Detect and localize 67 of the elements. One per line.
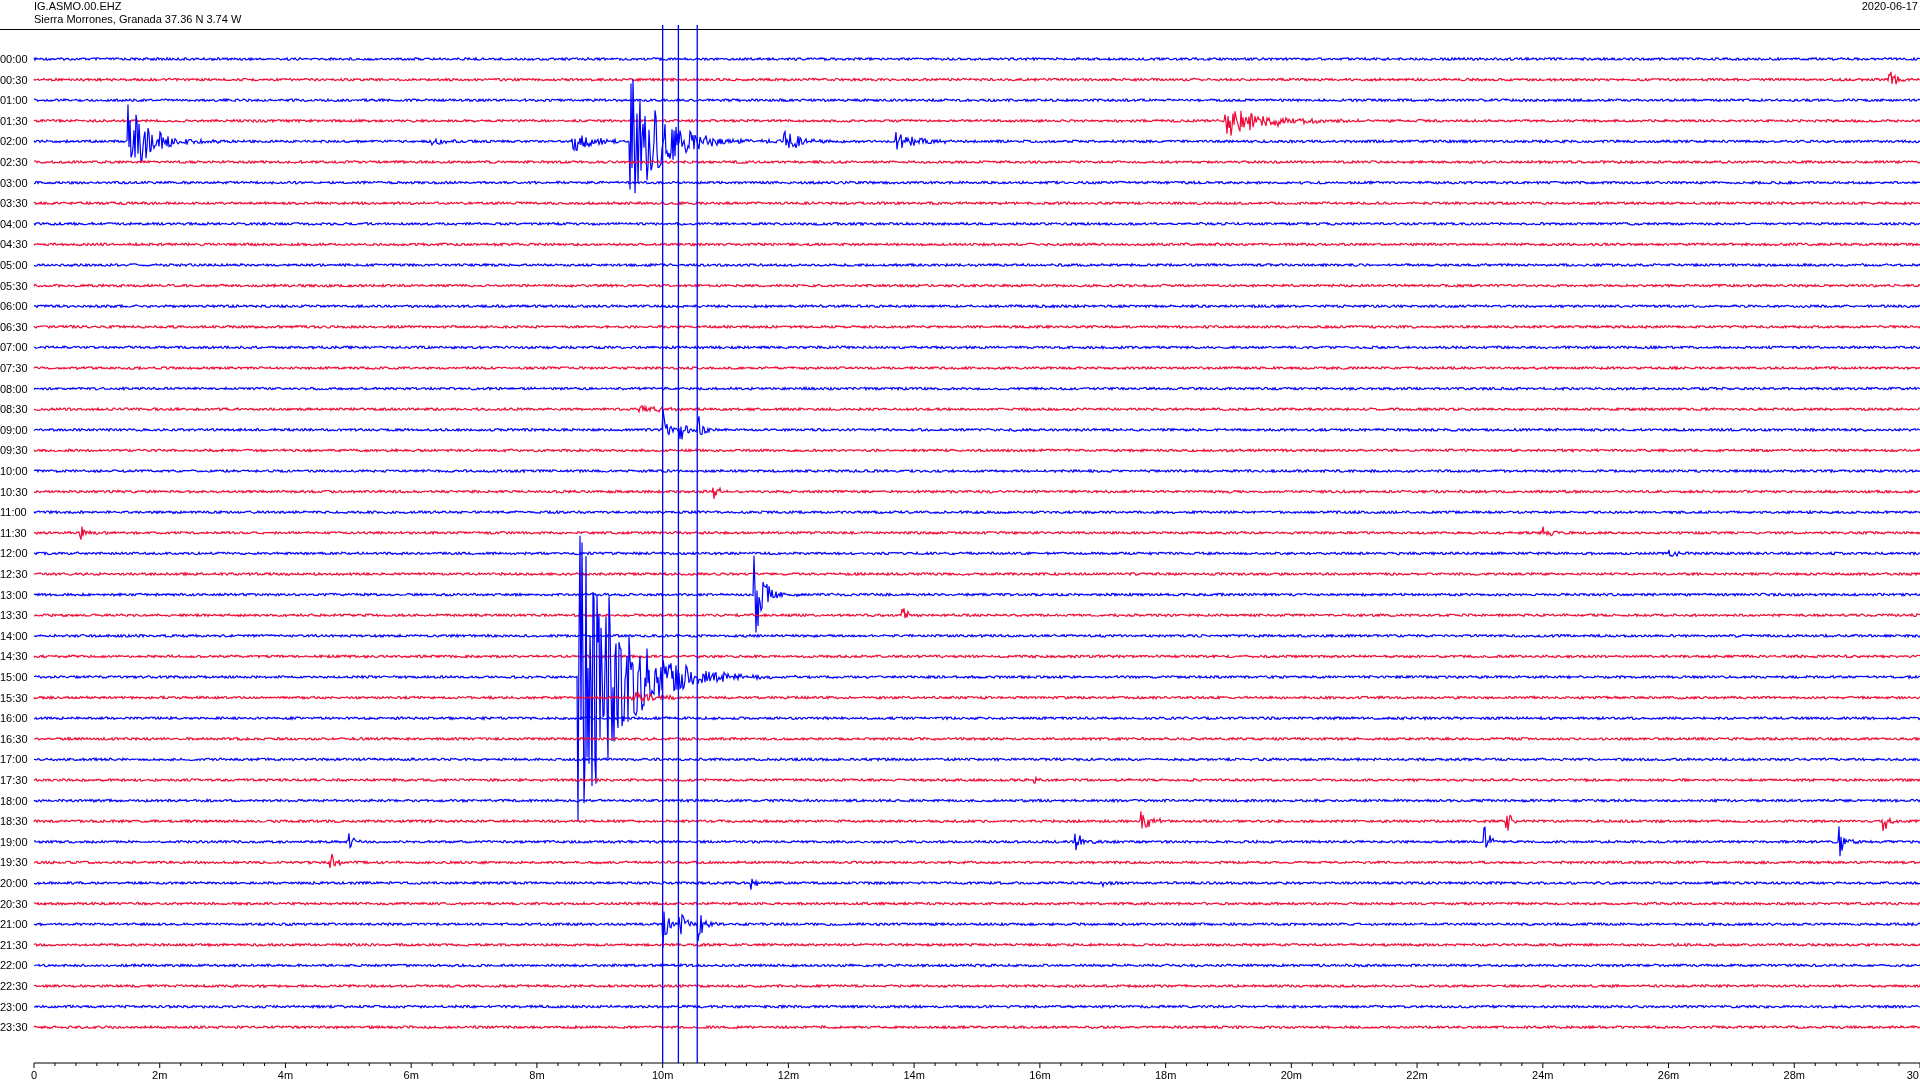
- hour-label: 02:00: [0, 135, 28, 148]
- hour-label: 23:30: [0, 1021, 28, 1034]
- axis-label: 6m: [403, 1069, 419, 1080]
- hour-label: 23:00: [0, 1000, 28, 1013]
- hour-label: 05:00: [0, 259, 28, 271]
- hour-label: 18:30: [0, 815, 28, 828]
- hour-label: 13:30: [0, 609, 28, 622]
- hour-label: 19:00: [0, 835, 28, 848]
- hour-label: 00:00: [0, 53, 28, 65]
- hour-label: 16:00: [0, 712, 28, 725]
- hour-label: 15:00: [0, 671, 28, 683]
- hour-label: 03:30: [0, 197, 28, 210]
- hour-label: 13:00: [0, 588, 28, 601]
- hour-label: 18:00: [0, 794, 28, 807]
- record-date: 2020-06-17: [1861, 0, 1919, 14]
- axis-label: 4m: [277, 1069, 294, 1080]
- hour-label: 19:30: [0, 856, 28, 869]
- hour-label: 12:00: [0, 547, 28, 560]
- hour-label: 14:00: [0, 629, 28, 642]
- hour-label: 20:00: [0, 877, 28, 889]
- axis-label: 30: [1906, 1069, 1919, 1080]
- station-code: IG.ASMO.00.EHZ: [34, 0, 123, 13]
- axis-label: 14m: [903, 1069, 925, 1080]
- hour-label: 14:30: [0, 650, 28, 663]
- hour-label: 21:00: [0, 918, 28, 931]
- hour-label: 17:00: [0, 753, 28, 766]
- hour-label: 21:30: [0, 938, 28, 951]
- axis-label: 10m: [651, 1069, 674, 1080]
- hour-label: 07:30: [0, 362, 28, 374]
- axis-label: 8m: [529, 1069, 545, 1080]
- hour-label: 22:00: [0, 959, 28, 972]
- hour-label: 06:00: [0, 300, 28, 313]
- axis-label: 16m: [1029, 1069, 1051, 1080]
- hour-label: 22:30: [0, 980, 28, 992]
- hour-label: 10:30: [0, 485, 28, 498]
- axis-label: 28m: [1783, 1069, 1805, 1080]
- hour-label: 05:30: [0, 279, 28, 292]
- hour-label: 15:30: [0, 691, 28, 704]
- axis-label: 12m: [777, 1069, 800, 1080]
- axis-label: 2m: [152, 1069, 168, 1080]
- hour-label: 03:00: [0, 176, 28, 189]
- hour-label: 01:30: [0, 114, 28, 127]
- axis-label: 20m: [1280, 1069, 1303, 1080]
- axis-label: 24m: [1532, 1069, 1554, 1080]
- hour-label: 06:30: [0, 320, 28, 333]
- hour-label: 10:00: [0, 465, 28, 477]
- hour-label: 01:00: [0, 94, 28, 107]
- hour-label: 07:00: [0, 341, 28, 354]
- hour-label: 02:30: [0, 156, 28, 168]
- hour-label: 17:30: [0, 774, 28, 786]
- hour-label: 09:00: [0, 423, 28, 436]
- axis-label: 18m: [1154, 1069, 1177, 1080]
- hour-label: 09:30: [0, 444, 28, 457]
- hour-label: 16:30: [0, 732, 28, 745]
- hour-label: 20:30: [0, 897, 28, 910]
- hour-label: 11:30: [0, 526, 27, 539]
- hour-label: 04:00: [0, 217, 28, 230]
- station-location: Sierra Morrones, Granada 37.36 N 3.74 W: [34, 13, 242, 26]
- hour-label: 08:30: [0, 403, 28, 416]
- hour-label: 08:00: [0, 382, 28, 395]
- axis-label: 0: [30, 1069, 38, 1080]
- axis-label: 26m: [1657, 1069, 1680, 1080]
- hour-label: 04:30: [0, 238, 28, 251]
- hour-label: 12:30: [0, 568, 28, 580]
- hour-label: 11:00: [0, 506, 27, 519]
- hour-label: 00:30: [0, 73, 28, 86]
- axis-label: 22m: [1406, 1069, 1428, 1080]
